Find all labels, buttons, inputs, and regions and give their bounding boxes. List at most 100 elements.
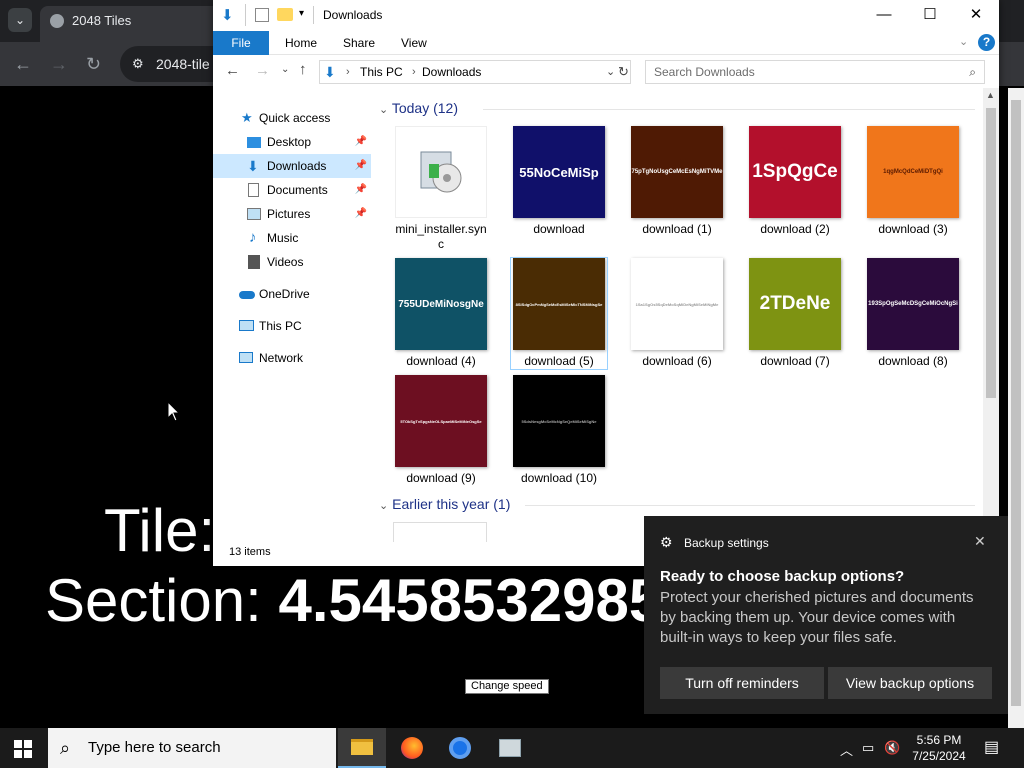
windows-start-icon[interactable] bbox=[14, 740, 32, 763]
close-icon[interactable]: ✕ bbox=[974, 533, 986, 550]
turn-off-reminders-button[interactable]: Turn off reminders bbox=[660, 667, 824, 699]
taskbar-file-explorer[interactable] bbox=[338, 728, 386, 768]
tab-view[interactable]: View bbox=[387, 31, 441, 55]
file-item[interactable]: 8SlSdgOcPmNgSeMcEsMiSeMlcTNSMiNsgSe downl… bbox=[510, 257, 608, 370]
nav-network[interactable]: Network bbox=[213, 346, 371, 370]
file-item[interactable]: 75pTgNoUsgCeMcEsNgMiTVMe download (1) bbox=[629, 126, 725, 237]
partial-file-thumbnail[interactable] bbox=[393, 522, 487, 542]
chevron-up-icon[interactable]: ︿ bbox=[840, 740, 853, 759]
taskbar-firefox[interactable] bbox=[388, 728, 436, 768]
chrome-icon bbox=[449, 737, 471, 759]
breadcrumb-this-pc[interactable]: This PC bbox=[360, 61, 403, 83]
nav-label: Pictures bbox=[267, 207, 311, 221]
address-dropdown-icon[interactable]: ⌄ bbox=[606, 61, 615, 83]
file-name: download (9) bbox=[406, 471, 476, 485]
tile-text: Tile: bbox=[104, 497, 216, 564]
file-item[interactable]: 755UDeMiNosgNe download (4) bbox=[393, 258, 489, 369]
group-header-today[interactable]: ⌄ Today (12) bbox=[379, 100, 458, 116]
file-name: download (4) bbox=[406, 354, 476, 368]
file-item[interactable]: 5SdsNesgMcSeMcNgSeQeMiSeMiSgNe download (… bbox=[511, 375, 607, 486]
qat-divider bbox=[245, 4, 246, 26]
explorer-title-bar[interactable]: ⬇ ▾ Downloads — ☐ ✕ bbox=[213, 0, 999, 31]
maximize-button[interactable]: ☐ bbox=[907, 0, 953, 31]
group-divider bbox=[525, 505, 975, 506]
group-divider bbox=[483, 109, 975, 110]
taskbar-clock[interactable]: 5:56 PM 7/25/2024 bbox=[906, 732, 972, 764]
file-name: download (7) bbox=[760, 354, 830, 368]
clock-time: 5:56 PM bbox=[916, 733, 962, 747]
new-folder-icon[interactable] bbox=[277, 8, 293, 21]
file-item[interactable]: 1qgMcQdCeMiDTgQi download (3) bbox=[865, 126, 961, 237]
file-item[interactable]: 2TDeNe download (7) bbox=[747, 258, 843, 369]
taskbar-app[interactable] bbox=[486, 728, 534, 768]
reload-icon[interactable]: ↻ bbox=[86, 54, 101, 74]
breadcrumb-downloads[interactable]: Downloads bbox=[422, 61, 481, 83]
minimize-button[interactable]: — bbox=[861, 0, 907, 31]
download-arrow-icon: ⬇ bbox=[324, 64, 336, 80]
back-arrow-icon[interactable]: ← bbox=[225, 62, 240, 79]
group-label: Today (12) bbox=[391, 100, 459, 116]
nav-onedrive[interactable]: OneDrive bbox=[213, 282, 371, 306]
file-name: download (8) bbox=[878, 354, 948, 368]
nav-label: This PC bbox=[259, 319, 302, 333]
file-name: download (6) bbox=[642, 354, 712, 368]
tab-search-button[interactable]: ⌄ bbox=[8, 8, 32, 32]
search-placeholder: Search Downloads bbox=[654, 65, 755, 79]
file-item[interactable]: mini_installer.sync bbox=[393, 126, 489, 252]
speaker-muted-icon[interactable]: 🔇 bbox=[884, 740, 900, 756]
nav-videos[interactable]: Videos bbox=[213, 250, 371, 274]
forward-arrow-icon[interactable]: → bbox=[50, 54, 68, 74]
help-icon[interactable]: ? bbox=[978, 34, 995, 51]
file-item[interactable]: 55NoCeMiSp download bbox=[511, 126, 607, 237]
expand-ribbon-icon[interactable]: ⌄ bbox=[959, 35, 968, 48]
back-arrow-icon[interactable]: ← bbox=[14, 54, 32, 74]
file-item[interactable]: 1Sa1SgOs5SqDeMoSqMiDeNgMiSeMiNgMe downloa… bbox=[629, 258, 725, 369]
nav-quick-access[interactable]: ★ Quick access bbox=[213, 106, 371, 130]
thumbnail-text: 1SpQgCe bbox=[752, 161, 838, 182]
nav-this-pc[interactable]: This PC bbox=[213, 314, 371, 338]
nav-documents[interactable]: Documents 📌 bbox=[213, 178, 371, 202]
page-scrollbar[interactable] bbox=[1008, 88, 1024, 728]
scroll-up-icon[interactable]: ▲ bbox=[986, 90, 995, 100]
search-input[interactable]: Search Downloads ⌕ bbox=[645, 60, 985, 84]
tab-file[interactable]: File bbox=[213, 31, 269, 55]
nav-music[interactable]: ♪ Music bbox=[213, 226, 371, 250]
nav-downloads[interactable]: ⬇ Downloads 📌 bbox=[213, 154, 371, 178]
tab-share[interactable]: Share bbox=[329, 31, 389, 55]
notification-body: Protect your cherished pictures and docu… bbox=[660, 589, 974, 646]
tab-home[interactable]: Home bbox=[271, 31, 331, 55]
tab-favicon-icon bbox=[50, 14, 64, 28]
taskbar-chrome[interactable] bbox=[436, 728, 484, 768]
taskbar-search-input[interactable]: ⌕ Type here to search bbox=[48, 728, 336, 768]
notification-center-icon[interactable]: ▤ bbox=[984, 737, 999, 757]
change-speed-button[interactable]: Change speed bbox=[465, 679, 549, 694]
address-box[interactable]: ⬇ › This PC › Downloads ⌄ ↻ bbox=[319, 60, 631, 84]
pin-icon: 📌 bbox=[354, 208, 367, 219]
view-backup-options-button[interactable]: View backup options bbox=[828, 667, 992, 699]
scrollbar-thumb[interactable] bbox=[986, 108, 996, 398]
refresh-icon[interactable]: ↻ bbox=[618, 61, 629, 83]
network-icon[interactable]: ▭ bbox=[862, 740, 874, 756]
customize-qat-icon[interactable]: ▾ bbox=[299, 8, 304, 19]
desktop-icon bbox=[247, 137, 261, 148]
navigation-pane: ★ Quick access Desktop 📌 ⬇ Downloads 📌 D… bbox=[213, 96, 373, 536]
page-scrollbar-thumb[interactable] bbox=[1011, 100, 1021, 706]
star-icon: ★ bbox=[241, 110, 253, 125]
file-item[interactable]: 5TOkSgTvSpgsNeOLSpaeMiSeMiNeOsgSe downloa… bbox=[393, 375, 489, 486]
file-item[interactable]: 1SpQgCe download (2) bbox=[747, 126, 843, 237]
properties-icon[interactable] bbox=[255, 8, 269, 22]
nav-desktop[interactable]: Desktop 📌 bbox=[213, 130, 371, 154]
nav-label: Videos bbox=[267, 255, 304, 269]
music-note-icon: ♪ bbox=[249, 229, 257, 246]
up-arrow-icon[interactable]: ↑ bbox=[299, 61, 307, 78]
vertical-scrollbar[interactable]: ▲ bbox=[983, 88, 999, 516]
recent-locations-icon[interactable]: ⌄ bbox=[281, 64, 289, 75]
download-arrow-icon: ⬇ bbox=[221, 7, 234, 24]
group-header-earlier[interactable]: ⌄ Earlier this year (1) bbox=[379, 496, 510, 512]
nav-pictures[interactable]: Pictures 📌 bbox=[213, 202, 371, 226]
site-info-icon[interactable]: ⚙ bbox=[132, 46, 144, 82]
close-button[interactable]: ✕ bbox=[953, 0, 999, 31]
file-item[interactable]: 193SpOgSeMcDSgCeMiOcNgSi download (8) bbox=[865, 258, 961, 369]
thumbnail-text: 755UDeMiNosgNe bbox=[398, 298, 484, 310]
forward-arrow-icon[interactable]: → bbox=[255, 62, 270, 79]
